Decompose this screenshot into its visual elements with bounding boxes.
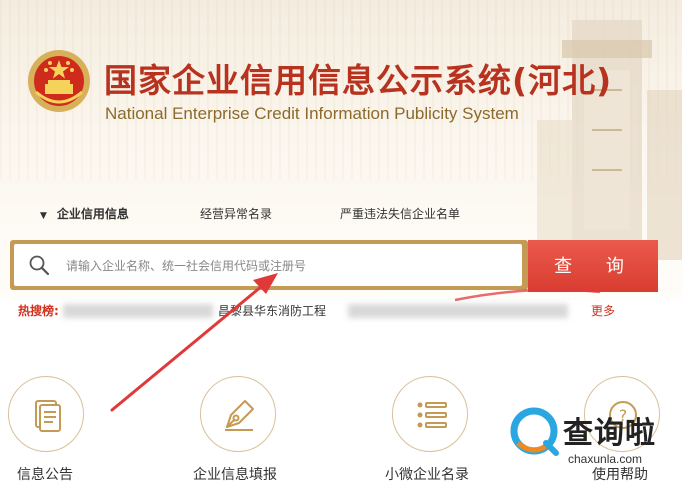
search-icon <box>29 255 50 276</box>
search-input[interactable] <box>64 252 508 280</box>
search-box <box>14 244 522 286</box>
pen-nib-icon <box>225 400 254 431</box>
search-button[interactable]: 查 询 <box>528 240 658 292</box>
hot-search-item[interactable]: 昌黎县华东消防工程 <box>218 302 326 319</box>
tab-credit-info[interactable]: ▼ 企业信用信息 <box>40 205 129 222</box>
quick-link-small-business[interactable] <box>392 376 468 452</box>
document-icon <box>35 400 61 432</box>
page-title: 国家企业信用信息公示系统(河北) <box>104 61 613 100</box>
hot-search-label: 热搜榜: <box>18 304 59 318</box>
watermark-domain: chaxunla.com <box>568 452 643 466</box>
hot-search-bar: 热搜榜: 昌黎县华东消防工程 更多 <box>18 302 678 320</box>
search-bar <box>10 240 528 290</box>
tab-credit-info-label: 企业信用信息 <box>56 207 129 221</box>
watermark-text: 查询啦 <box>563 416 656 451</box>
page-subtitle: National Enterprise Credit Information P… <box>105 104 519 123</box>
quick-link-announcement[interactable] <box>8 376 84 452</box>
tab-dishonest-list-label: 严重违法失信企业名单 <box>340 207 461 221</box>
tab-abnormal-list[interactable]: 经营异常名录 <box>200 205 272 222</box>
quick-link-info-fill[interactable] <box>200 376 276 452</box>
hot-search-more-link[interactable]: 更多 <box>591 302 615 319</box>
tab-abnormal-list-label: 经营异常名录 <box>200 207 273 221</box>
quick-link-announcement-label[interactable]: 信息公告 <box>17 464 73 484</box>
triangle-down-icon: ▼ <box>40 211 47 221</box>
tab-dishonest-list[interactable]: 严重违法失信企业名单 <box>340 205 460 222</box>
blurred-hot-item <box>63 304 213 318</box>
blurred-hot-item <box>348 304 568 318</box>
list-icon <box>417 402 447 428</box>
quick-link-small-business-label[interactable]: 小微企业名录 <box>385 464 469 484</box>
watermark-logo-icon <box>508 405 562 459</box>
quick-link-help-label[interactable]: 使用帮助 <box>592 464 648 484</box>
nav-tabs: ▼ 企业信用信息 经营异常名录 严重违法失信企业名单 <box>40 205 560 225</box>
quick-link-info-fill-label[interactable]: 企业信息填报 <box>193 464 277 484</box>
national-emblem-icon <box>28 50 90 112</box>
